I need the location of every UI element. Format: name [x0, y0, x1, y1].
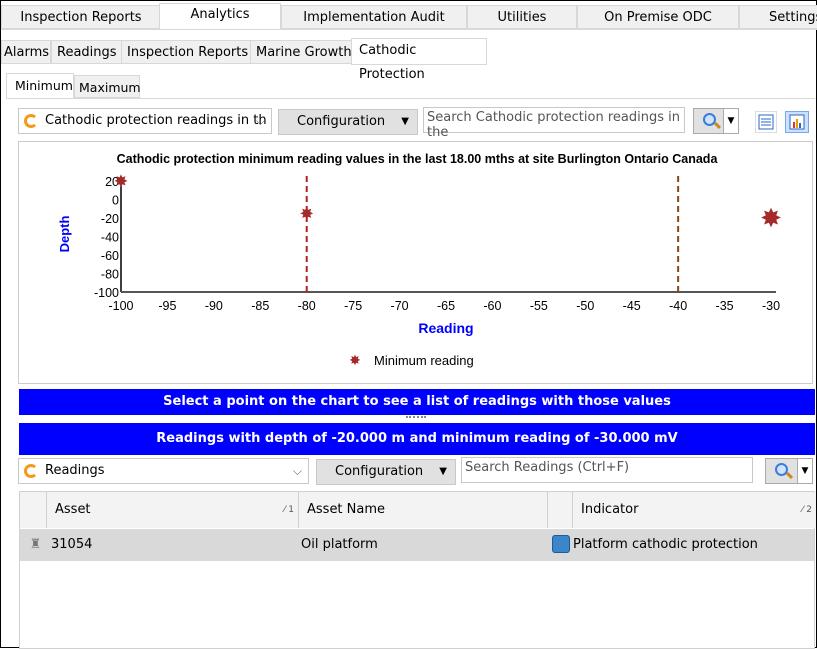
x-axis-label: Reading	[418, 320, 473, 336]
search-icon-handle	[785, 471, 794, 480]
sort-index: 2	[806, 505, 812, 515]
cell-asset: 31054	[47, 529, 299, 561]
tab-utilities[interactable]: Utilities	[467, 5, 577, 29]
search-icon-handle	[713, 121, 722, 130]
x-tick-label: -80	[298, 299, 316, 313]
gauge-icon	[548, 529, 573, 561]
y-tick-label: 0	[112, 194, 119, 208]
x-tick-label: -45	[623, 299, 641, 313]
x-tick-label: -40	[669, 299, 687, 313]
chart-panel: Cathodic protection minimum reading valu…	[18, 141, 813, 384]
cell-indicator: Platform cathodic protection	[573, 529, 814, 561]
sort-order: ⁄ 2	[801, 505, 812, 515]
readings-search-input[interactable]: Search Readings (Ctrl+F)	[461, 457, 753, 483]
y-tick-label: -100	[94, 286, 119, 300]
y-tick-label: -80	[101, 268, 119, 282]
subtab-marine-growth[interactable]: Marine Growth	[250, 40, 358, 64]
dropdown-arrow-icon: ▼	[439, 466, 447, 477]
x-tick-label: -55	[530, 299, 548, 313]
x-tick-label: -90	[205, 299, 223, 313]
configuration-button[interactable]: Configuration ▼	[278, 109, 418, 135]
dropdown-arrow-icon: ▼	[401, 116, 409, 127]
readings-view-value: Readings	[45, 463, 105, 478]
divider	[1, 29, 817, 30]
divider	[6, 98, 815, 99]
x-tick-label: -75	[344, 299, 362, 313]
chevron-down-icon: ⌵	[255, 114, 265, 128]
tab-maximum[interactable]: Maximum	[74, 75, 141, 98]
x-tick-label: -65	[437, 299, 455, 313]
splitter-handle[interactable]	[406, 416, 426, 420]
search-input[interactable]: Search Cathodic protection readings in t…	[423, 107, 685, 140]
refresh-icon	[24, 464, 38, 478]
refresh-icon	[24, 114, 38, 128]
cell-asset-name: Oil platform	[299, 529, 548, 561]
chart-title: Cathodic protection minimum reading valu…	[117, 152, 719, 166]
tab-analytics[interactable]: Analytics	[159, 3, 281, 30]
chevron-down-icon: ⌵	[292, 464, 302, 478]
tab-settings[interactable]: Settings	[739, 5, 817, 29]
bar-chart-icon	[789, 114, 805, 130]
list-view-button[interactable]	[755, 111, 777, 133]
tab-implementation-audit[interactable]: Implementation Audit	[281, 5, 467, 29]
list-icon	[758, 114, 774, 130]
x-tick-label: -60	[483, 299, 501, 313]
x-tick-label: -85	[251, 299, 269, 313]
column-label: Asset	[55, 502, 91, 517]
legend-label: Minimum reading	[374, 353, 474, 368]
y-tick-label: -60	[101, 249, 119, 263]
x-tick-label: -100	[108, 299, 133, 313]
icon-column-header	[548, 492, 573, 528]
readings-table: Asset ⁄ 1 Asset Name Indicator ⁄ 2 ♜ 31054…	[19, 491, 816, 649]
x-tick-label: -30	[762, 299, 780, 313]
hint-bar: Select a point on the chart to see a lis…	[19, 389, 815, 415]
chart-view-button[interactable]	[785, 111, 809, 133]
readings-view-select[interactable]: Readings ⌵	[18, 458, 309, 484]
dropdown-arrow-icon[interactable]: ▼	[723, 109, 738, 133]
configuration-label: Configuration	[297, 114, 386, 129]
x-tick-label: -35	[716, 299, 734, 313]
readings-configuration-button[interactable]: Configuration ▼	[316, 459, 456, 485]
subtab-readings[interactable]: Readings	[51, 40, 123, 64]
configuration-label: Configuration	[335, 464, 424, 479]
tab-on-premise-odc[interactable]: On Premise ODC	[577, 5, 739, 29]
legend: ✸ Minimum reading	[349, 353, 474, 369]
tab-minimum[interactable]: Minimum	[6, 73, 74, 99]
tab-inspection-reports[interactable]: Inspection Reports	[1, 5, 161, 29]
selection-bar: Readings with depth of -20.000 m and min…	[19, 423, 815, 455]
subtab-inspection-reports[interactable]: Inspection Reports	[121, 40, 255, 64]
sort-index: 1	[288, 505, 294, 515]
y-tick-label: -40	[101, 231, 119, 245]
search-button[interactable]: ▼	[693, 108, 739, 134]
row-indicator-header	[20, 492, 47, 528]
column-label: Indicator	[581, 502, 639, 517]
legend-marker-icon: ✸	[349, 353, 361, 369]
data-point[interactable]: ✸	[114, 172, 128, 192]
subtab-alarms[interactable]: Alarms	[1, 40, 51, 64]
data-point[interactable]: ✸	[300, 204, 314, 224]
dropdown-arrow-icon[interactable]: ▼	[797, 459, 812, 483]
x-tick-label: -50	[576, 299, 594, 313]
x-tick-label: -95	[158, 299, 176, 313]
view-select[interactable]: Cathodic protection readings in th ⌵	[18, 108, 272, 134]
column-header-indicator[interactable]: Indicator ⁄ 2	[573, 492, 816, 528]
y-tick-label: -20	[101, 212, 119, 226]
sort-order: ⁄ 1	[283, 505, 294, 515]
scatter-chart[interactable]: Cathodic protection minimum reading valu…	[19, 142, 814, 385]
view-select-value: Cathodic protection readings in th	[45, 113, 267, 128]
y-axis-label: Depth	[57, 216, 72, 253]
x-tick-label: -70	[391, 299, 409, 313]
readings-search-button[interactable]: ▼	[765, 458, 813, 484]
data-point[interactable]: ✸	[760, 204, 782, 234]
column-header-asset[interactable]: Asset ⁄ 1	[47, 492, 299, 528]
column-header-asset-name[interactable]: Asset Name	[299, 492, 548, 528]
platform-icon: ♜	[20, 529, 47, 561]
subtab-cathodic-protection[interactable]: Cathodic Protection	[351, 38, 487, 82]
